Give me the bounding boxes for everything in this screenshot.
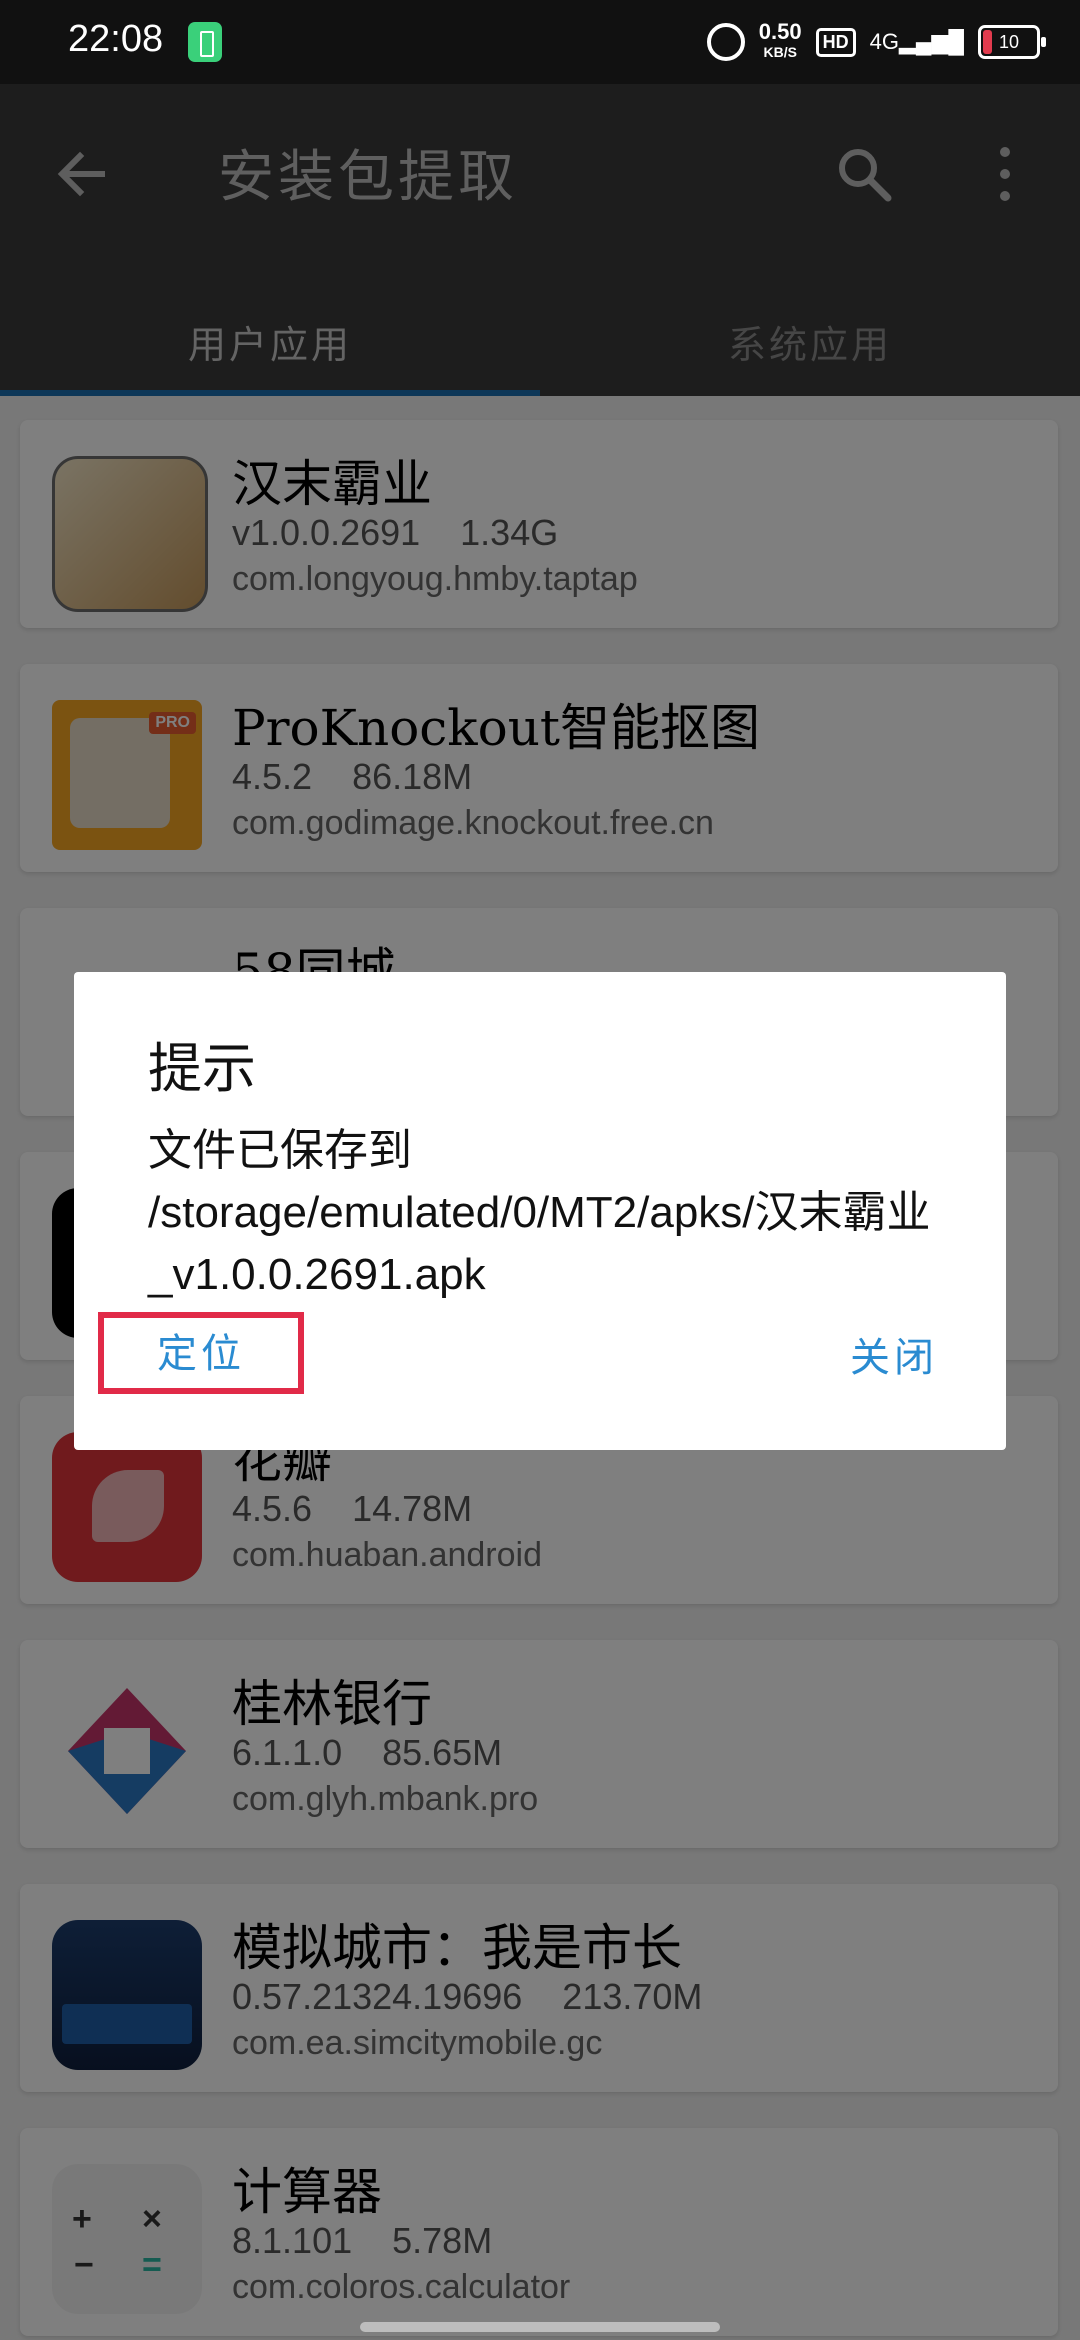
battery-saver-icon <box>188 22 222 62</box>
dialog-title: 提示 <box>148 1037 256 1100</box>
locate-button[interactable]: 定位 <box>98 1312 304 1394</box>
network-speed-unit: KB/S <box>763 44 797 60</box>
home-indicator[interactable] <box>360 2322 720 2332</box>
network-speed-value: 0.50 <box>758 19 802 44</box>
dialog-message: 文件已保存到 /storage/emulated/0/MT2/apks/汉末霸业… <box>148 1126 931 1299</box>
battery-level: 10 <box>998 32 1020 52</box>
status-bar: 22:08 0.50 KB/S HD 4G▂▄▆█ 10 <box>0 0 1080 84</box>
network-speed: 0.50 KB/S <box>758 19 802 62</box>
close-button[interactable]: 关闭 <box>824 1322 964 1392</box>
network-type: 4G <box>869 29 899 54</box>
save-result-dialog: 提示 文件已保存到 /storage/emulated/0/MT2/apks/汉… <box>74 972 1006 1450</box>
hd-icon: HD <box>815 27 856 57</box>
alarm-icon <box>706 23 745 61</box>
status-icons: 0.50 KB/S HD 4G▂▄▆█ 10 <box>706 16 1046 68</box>
status-time: 22:08 <box>68 18 164 60</box>
battery-icon: 10 <box>978 25 1046 59</box>
signal-icon: 4G▂▄▆█ <box>869 29 964 54</box>
